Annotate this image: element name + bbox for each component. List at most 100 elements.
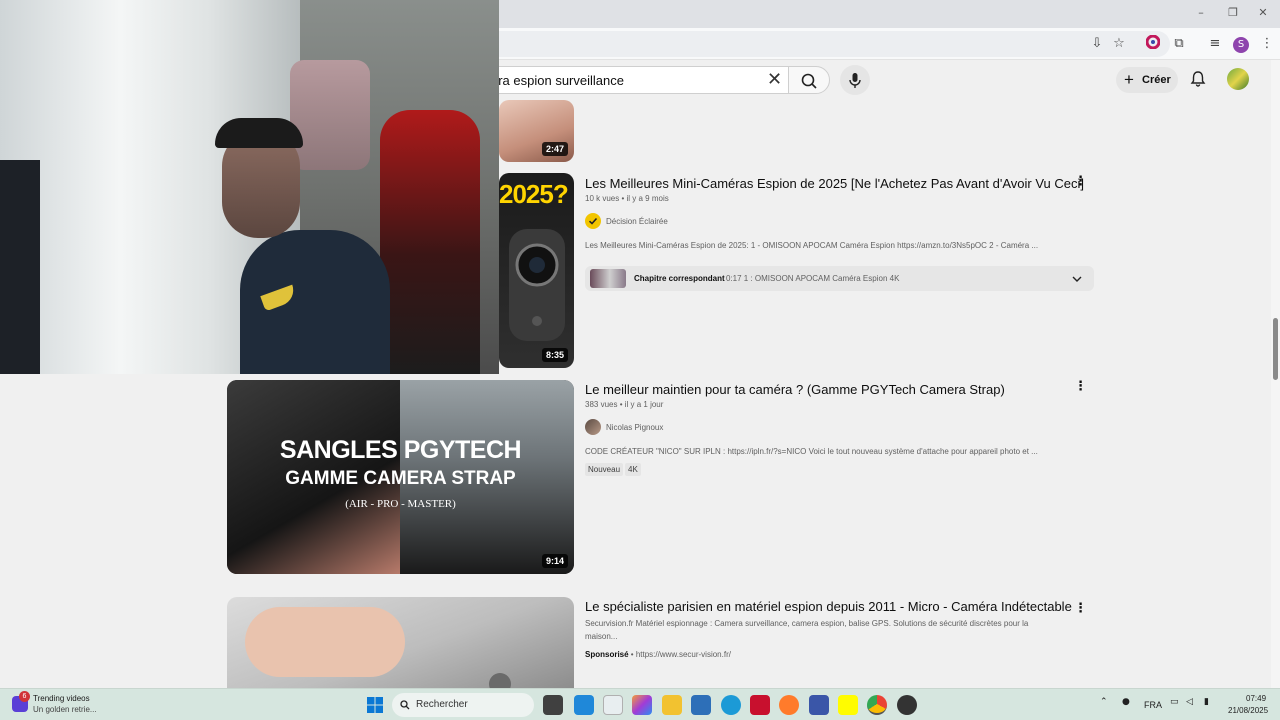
bookmark-star-icon[interactable]: ☆ bbox=[1110, 35, 1128, 53]
minimize-icon[interactable]: – bbox=[1194, 6, 1208, 20]
thumbnail-text-line2: GAMME CAMERA STRAP bbox=[285, 468, 516, 489]
ad-meta: Sponsorisé • https://www.secur-vision.fr… bbox=[585, 650, 731, 659]
thumbnail-device bbox=[489, 673, 511, 688]
badge-4k: 4K bbox=[625, 463, 641, 476]
chapter-thumbnail bbox=[590, 269, 626, 288]
video-description: Les Meilleures Mini-Caméras Espion de 20… bbox=[585, 241, 1039, 250]
page-scrollbar[interactable] bbox=[1271, 60, 1280, 688]
badge-new: Nouveau bbox=[585, 463, 624, 476]
plus-icon: + bbox=[1124, 70, 1134, 89]
monitor-edge bbox=[0, 160, 40, 374]
video-duration: 2:47 bbox=[541, 142, 568, 156]
widget-badge: 6 bbox=[19, 691, 30, 702]
view-count: 383 vues bbox=[585, 400, 618, 409]
view-count: 10 k vues bbox=[585, 194, 620, 203]
profile-avatar[interactable]: S bbox=[1233, 37, 1249, 53]
more-options-icon[interactable]: ⋮ bbox=[1074, 380, 1087, 394]
channel-name[interactable]: Décision Éclairée bbox=[606, 217, 668, 226]
create-button[interactable]: + Créer bbox=[1116, 67, 1178, 93]
install-app-icon[interactable]: ⇩ bbox=[1088, 35, 1106, 53]
channel-avatar[interactable] bbox=[585, 213, 601, 229]
notifications-bell-icon[interactable] bbox=[1189, 70, 1207, 88]
mcafee-icon[interactable] bbox=[750, 695, 770, 715]
camera-illustration bbox=[509, 229, 565, 341]
chevron-down-icon[interactable] bbox=[1071, 274, 1083, 284]
video-meta: 383 vues • il y a 1 jour bbox=[585, 400, 664, 409]
webcam-overlay bbox=[0, 0, 499, 374]
video-duration: 9:14 bbox=[541, 554, 568, 568]
windows-start-icon[interactable] bbox=[367, 697, 383, 713]
widget-subtitle: Un golden retrie... bbox=[33, 705, 97, 714]
widget-title[interactable]: Trending videos bbox=[33, 694, 90, 703]
pillow bbox=[290, 60, 370, 170]
edge-icon[interactable] bbox=[721, 695, 741, 715]
create-label: Créer bbox=[1142, 74, 1171, 86]
microphone-tray-icon[interactable]: ● bbox=[1122, 697, 1130, 707]
thumbnail-text: 2025? bbox=[499, 179, 569, 209]
clear-search-icon[interactable]: ✕ bbox=[767, 71, 782, 89]
file-explorer-icon[interactable] bbox=[662, 695, 682, 715]
address-bar[interactable] bbox=[470, 31, 1170, 57]
search-icon bbox=[801, 73, 817, 89]
taskbar-search-label: Rechercher bbox=[416, 699, 468, 710]
screen: – ❐ ✕ ⇩ ☆ ⧉ ≡ S ⋮ ✕ + Créer 2:47 bbox=[0, 0, 1280, 720]
channel-name[interactable]: Nicolas Pignoux bbox=[606, 423, 663, 432]
ad-title[interactable]: Le spécialiste parisien en matériel espi… bbox=[585, 599, 1072, 614]
ad-description-cont: maison... bbox=[585, 632, 618, 641]
ad-thumbnail[interactable] bbox=[227, 597, 574, 688]
search-button[interactable] bbox=[788, 66, 830, 94]
more-options-icon[interactable]: ⋮ bbox=[1074, 602, 1087, 616]
ad-description: Securvision.fr Matériel espionnage : Cam… bbox=[585, 619, 1029, 628]
copilot-icon[interactable] bbox=[632, 695, 652, 715]
voice-search-button[interactable] bbox=[840, 65, 870, 95]
video-duration: 8:35 bbox=[541, 348, 568, 362]
search-input[interactable] bbox=[471, 67, 741, 93]
extension-color-icon[interactable] bbox=[1144, 34, 1162, 53]
close-window-icon[interactable]: ✕ bbox=[1256, 6, 1270, 20]
account-avatar[interactable] bbox=[1227, 68, 1249, 90]
vscode-icon[interactable] bbox=[574, 695, 594, 715]
more-options-icon[interactable]: ⋮ bbox=[1074, 175, 1087, 189]
channel-avatar[interactable] bbox=[585, 419, 601, 435]
teams-icon[interactable] bbox=[809, 695, 829, 715]
browser-menu-icon[interactable]: ⋮ bbox=[1258, 35, 1276, 53]
thumbnail-finger bbox=[245, 607, 405, 677]
extensions-puzzle-icon[interactable]: ⧉ bbox=[1170, 35, 1188, 53]
search-icon bbox=[400, 700, 410, 710]
windows-taskbar: 6 Trending videos Un golden retrie... Re… bbox=[0, 688, 1280, 720]
thumbnail-text-line3: (AIR - PRO - MASTER) bbox=[345, 498, 456, 510]
battery-icon[interactable]: ▮ bbox=[1204, 697, 1209, 707]
hp-icon[interactable] bbox=[603, 695, 623, 715]
restore-icon[interactable]: ❐ bbox=[1226, 6, 1240, 20]
widget-icon[interactable]: 6 bbox=[12, 691, 30, 712]
person-cap bbox=[215, 118, 303, 148]
chapter-text: 0:17 1 : OMISOON APOCAM Caméra Espion 4K bbox=[726, 274, 900, 283]
network-icon[interactable]: ▭ bbox=[1170, 697, 1179, 707]
chrome-icon[interactable] bbox=[867, 695, 887, 715]
gaming-chair bbox=[380, 110, 480, 374]
media-control-icon[interactable]: ≡ bbox=[1206, 35, 1224, 53]
video-thumbnail[interactable]: SANGLES PGYTECH GAMME CAMERA STRAP (AIR … bbox=[227, 380, 574, 574]
chapter-row[interactable]: Chapitre correspondant 0:17 1 : OMISOON … bbox=[585, 266, 1094, 291]
microphone-icon bbox=[849, 73, 861, 88]
video-title[interactable]: Le meilleur maintien pour ta caméra ? (G… bbox=[585, 382, 1005, 397]
clock-time[interactable]: 07:49 bbox=[1246, 694, 1266, 703]
video-title[interactable]: Les Meilleures Mini-Caméras Espion de 20… bbox=[585, 176, 1084, 191]
video-thumbnail[interactable]: 2025? 8:35 bbox=[499, 173, 574, 368]
sponsored-label: Sponsorisé bbox=[585, 650, 629, 659]
video-thumbnail[interactable]: 2:47 bbox=[499, 100, 574, 162]
snapchat-icon[interactable] bbox=[838, 695, 858, 715]
recording-app-icon[interactable] bbox=[897, 695, 917, 715]
volume-icon[interactable]: ◁ bbox=[1186, 697, 1193, 707]
store-icon[interactable] bbox=[691, 695, 711, 715]
thumbnail-text-line1: SANGLES PGYTECH bbox=[279, 436, 522, 464]
ad-url[interactable]: https://www.secur-vision.fr/ bbox=[636, 650, 731, 659]
task-view-icon[interactable] bbox=[543, 695, 563, 715]
language-indicator[interactable]: FRA bbox=[1144, 700, 1162, 710]
video-description: CODE CRÉATEUR "NICO" SUR IPLN : https://… bbox=[585, 447, 1038, 456]
chevron-up-icon[interactable]: ⌃ bbox=[1100, 697, 1108, 707]
scrollbar-thumb[interactable] bbox=[1273, 318, 1278, 380]
taskbar-search[interactable]: Rechercher bbox=[392, 693, 534, 717]
firefox-icon[interactable] bbox=[779, 695, 799, 715]
clock-date[interactable]: 21/08/2025 bbox=[1228, 706, 1268, 715]
